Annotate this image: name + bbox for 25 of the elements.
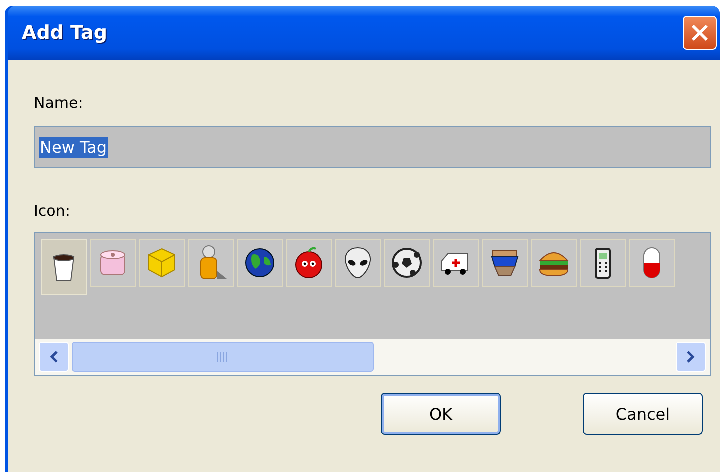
icon-option[interactable] (41, 239, 87, 295)
icon-option[interactable] (433, 239, 479, 287)
horizontal-scrollbar[interactable] (35, 339, 710, 375)
icon-option[interactable] (580, 239, 626, 287)
icon-option[interactable] (384, 239, 430, 287)
icon-option[interactable] (531, 239, 577, 287)
icon-label: Icon: (34, 202, 72, 220)
icon-option[interactable] (237, 239, 283, 287)
name-value: New Tag (39, 136, 108, 158)
scroll-thumb[interactable] (72, 342, 374, 372)
name-input-field[interactable]: New Tag (34, 126, 711, 168)
scroll-right-button[interactable] (676, 342, 706, 372)
close-icon (690, 23, 710, 43)
left-chevron-icon (49, 351, 59, 363)
right-chevron-icon (686, 351, 696, 363)
grip-icon (217, 352, 229, 362)
close-button[interactable] (683, 16, 717, 50)
icon-option[interactable] (286, 239, 332, 287)
icon-option[interactable] (335, 239, 381, 287)
scroll-left-button[interactable] (39, 342, 69, 372)
icon-option[interactable] (482, 239, 528, 287)
cancel-button[interactable]: Cancel (583, 393, 703, 435)
name-label: Name: (34, 94, 84, 112)
window-title: Add Tag (22, 22, 108, 44)
ok-button[interactable]: OK (381, 393, 501, 435)
